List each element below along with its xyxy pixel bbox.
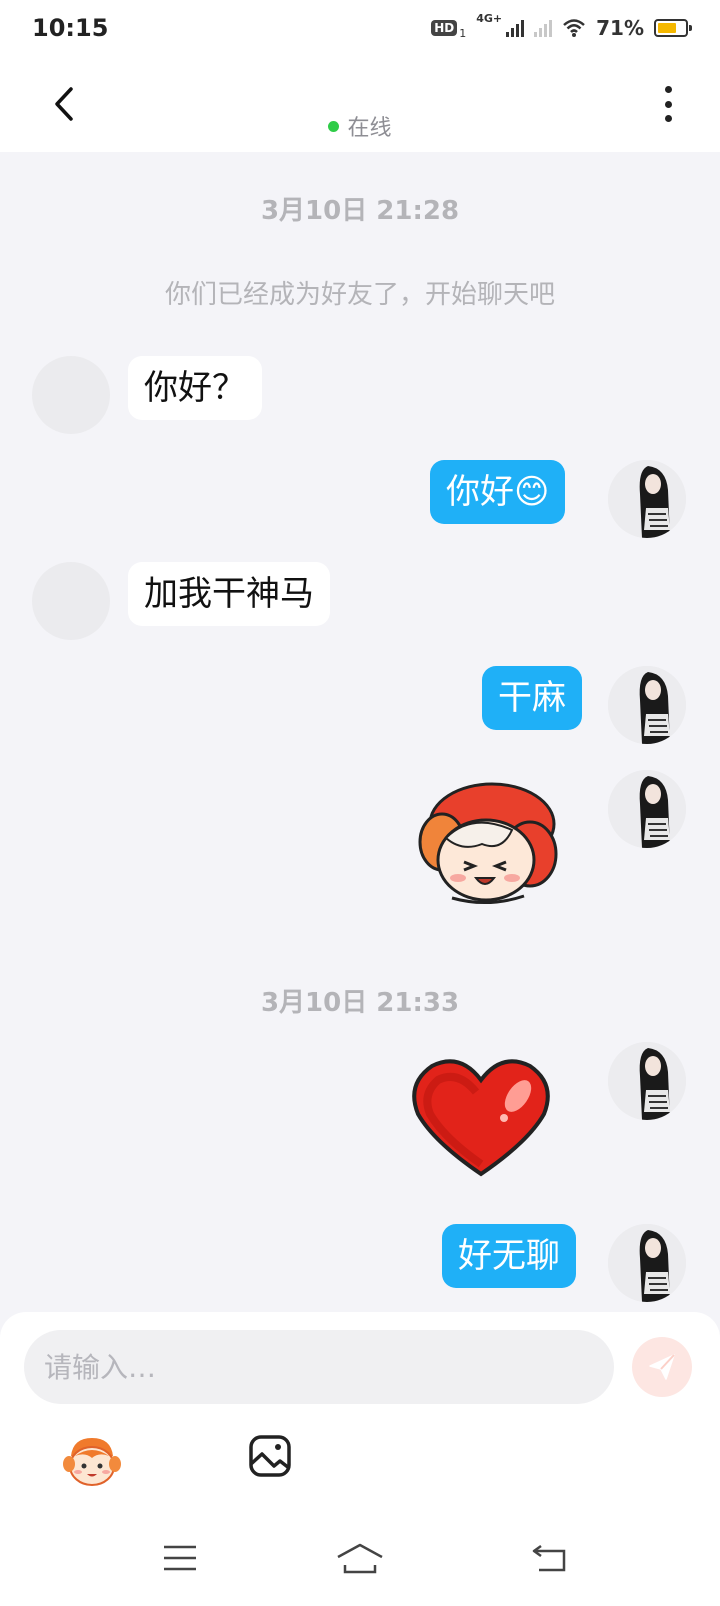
my-avatar[interactable]	[608, 1042, 686, 1120]
image-button[interactable]	[240, 1426, 300, 1486]
red-heart-sticker-icon	[412, 1059, 550, 1177]
status-time: 10:15	[32, 14, 109, 42]
user-avatar-icon	[608, 666, 686, 744]
message-input[interactable]	[24, 1330, 614, 1404]
battery-icon	[654, 19, 692, 37]
cartoon-girl-sticker[interactable]	[412, 782, 564, 908]
send-icon	[649, 1354, 675, 1380]
status-indicators: HD 1 4G+ 71%	[431, 12, 692, 40]
status-bar: 10:15 HD 1 4G+ 71%	[0, 0, 720, 56]
user-avatar-icon	[608, 460, 686, 538]
emoji-sticker-icon	[63, 1438, 121, 1486]
home-nav-button[interactable]	[330, 1536, 390, 1580]
chat-header: 在线	[0, 56, 720, 152]
my-avatar[interactable]	[608, 666, 686, 744]
send-button[interactable]	[632, 1337, 692, 1397]
chat-timestamp: 3月10日 21:28	[260, 196, 460, 226]
my-avatar[interactable]	[608, 460, 686, 538]
friend-avatar[interactable]	[32, 562, 110, 640]
my-avatar[interactable]	[608, 1224, 686, 1302]
battery-fill	[658, 23, 677, 33]
user-avatar-icon	[608, 770, 686, 848]
signal-sim2-icon	[534, 19, 553, 37]
friend-avatar[interactable]	[32, 356, 110, 434]
signal-icon	[506, 19, 525, 37]
online-status: 在线	[0, 110, 720, 142]
hd-sub: 1	[459, 27, 467, 40]
menu-icon	[164, 1545, 196, 1571]
more-dot-icon	[664, 115, 672, 122]
message-bubble-right[interactable]: 你好😊	[430, 460, 566, 524]
red-heart-sticker[interactable]	[410, 1056, 552, 1180]
image-icon	[249, 1435, 291, 1477]
back-nav-icon	[532, 1544, 566, 1572]
system-note: 你们已经成为好友了，开始聊天吧	[164, 280, 555, 310]
my-avatar[interactable]	[608, 770, 686, 848]
hd-badge: HD	[431, 20, 458, 36]
message-bubble-left[interactable]: 你好？	[128, 356, 262, 420]
more-options-button[interactable]	[656, 84, 680, 124]
wifi-icon	[563, 19, 585, 37]
battery-percent: 71%	[596, 16, 644, 40]
more-dot-icon	[664, 86, 672, 93]
user-avatar-icon	[608, 1042, 686, 1120]
chat-timestamp: 3月10日 21:33	[260, 988, 460, 1018]
user-avatar-icon	[608, 1224, 686, 1302]
message-bubble-right[interactable]: 干麻	[482, 666, 582, 730]
home-icon	[337, 1543, 383, 1574]
sticker-button[interactable]	[62, 1432, 122, 1492]
online-dot-icon	[328, 120, 340, 132]
message-bubble-right[interactable]: 好无聊	[442, 1224, 576, 1288]
message-bubble-left[interactable]: 加我干神马	[128, 562, 330, 626]
system-nav-bar	[0, 1516, 720, 1606]
menu-nav-button[interactable]	[150, 1536, 210, 1580]
online-status-text: 在线	[347, 116, 392, 141]
network-type: 4G+	[476, 12, 503, 25]
cartoon-girl-sticker-icon	[418, 782, 558, 905]
back-nav-button[interactable]	[520, 1536, 580, 1580]
more-dot-icon	[664, 100, 672, 108]
